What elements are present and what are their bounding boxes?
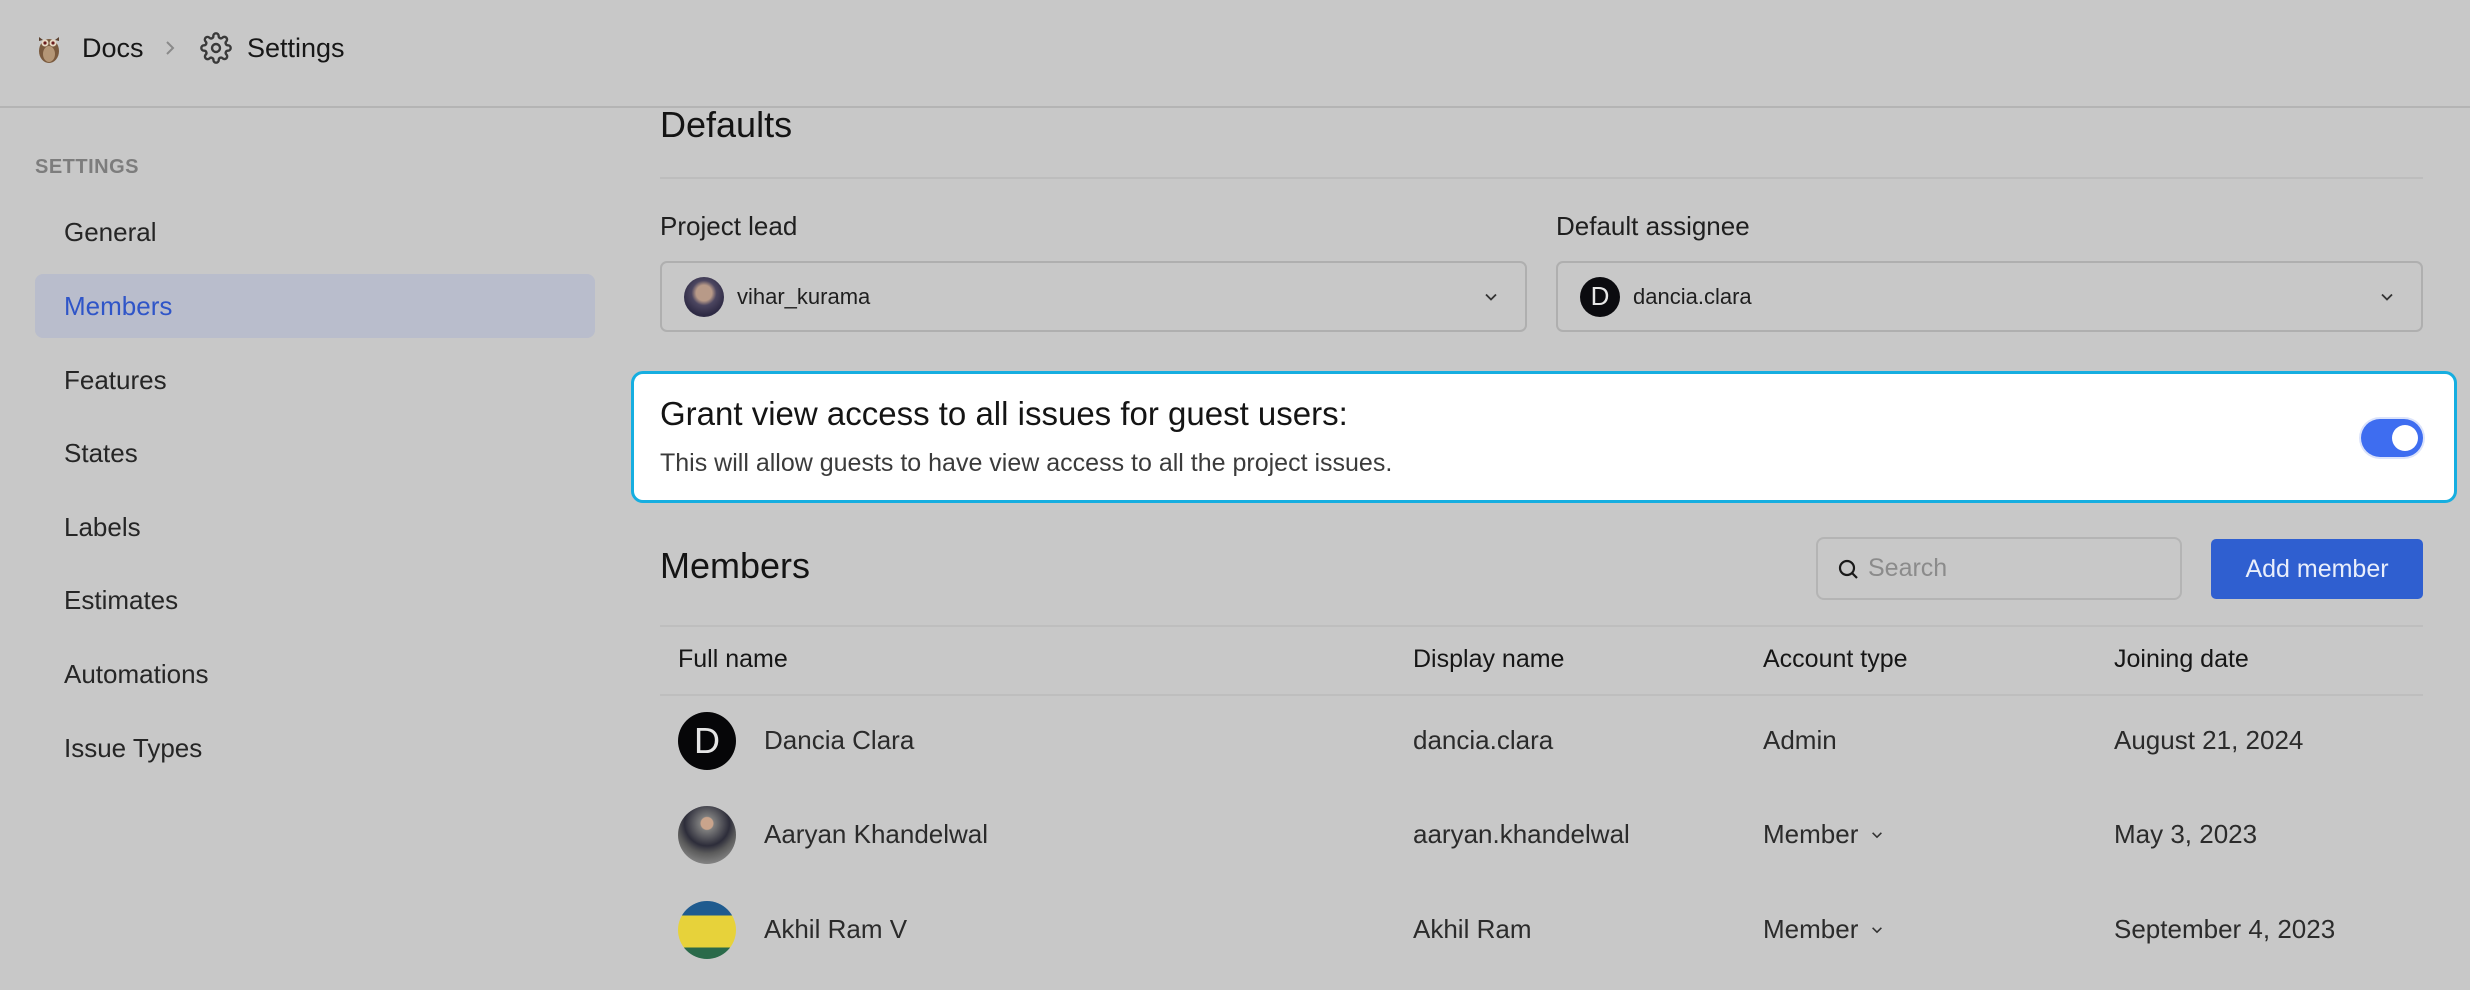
column-header-display-name: Display name bbox=[1413, 645, 1565, 673]
account-type-label: Member bbox=[1763, 819, 1859, 849]
members-heading: Members bbox=[660, 545, 811, 586]
sidebar-item-states[interactable]: States bbox=[35, 421, 595, 485]
avatar: D bbox=[1580, 276, 1620, 317]
project-lead-label: Project lead bbox=[660, 211, 798, 241]
toggle-knob bbox=[2392, 425, 2418, 451]
breadcrumb-docs[interactable]: Docs bbox=[82, 0, 144, 96]
top-bar: Docs Settings bbox=[0, 0, 2470, 108]
sidebar-item-label: Estimates bbox=[64, 584, 179, 615]
column-header-full-name: Full name bbox=[678, 645, 788, 673]
add-member-button[interactable]: Add member bbox=[2211, 539, 2423, 599]
project-lead-value: vihar_kurama bbox=[737, 283, 871, 309]
sidebar-item-features[interactable]: Features bbox=[35, 348, 595, 412]
column-header-joining-date: Joining date bbox=[2114, 645, 2249, 673]
owl-logo-icon[interactable] bbox=[36, 0, 66, 96]
sidebar-item-label: Features bbox=[64, 364, 167, 395]
joining-date: August 21, 2024 bbox=[2114, 725, 2304, 755]
table-row: Akhil Ram V Akhil Ram Member September 4… bbox=[660, 883, 2423, 977]
guest-access-toggle[interactable] bbox=[2361, 419, 2423, 457]
account-type-label: Member bbox=[1763, 914, 1859, 944]
account-type: Admin bbox=[1763, 725, 1837, 756]
guest-access-description: This will allow guests to have view acce… bbox=[660, 449, 1393, 477]
account-type-dropdown[interactable]: Member bbox=[1763, 819, 1884, 850]
avatar: D bbox=[678, 712, 736, 770]
avatar bbox=[678, 901, 736, 959]
guest-access-card: Grant view access to all issues for gues… bbox=[631, 371, 2457, 503]
sidebar-item-members[interactable]: Members bbox=[35, 274, 595, 338]
sidebar-item-automations[interactable]: Automations bbox=[35, 642, 595, 706]
member-search-box[interactable] bbox=[1816, 537, 2182, 600]
sidebar-item-estimates[interactable]: Estimates bbox=[35, 568, 595, 632]
sidebar-item-labels[interactable]: Labels bbox=[35, 495, 595, 559]
divider bbox=[660, 177, 2423, 179]
chevron-down-icon bbox=[2381, 293, 2393, 301]
sidebar-section-title: SETTINGS bbox=[35, 156, 140, 178]
display-name: aaryan.khandelwal bbox=[1413, 819, 1630, 849]
full-name: Akhil Ram V bbox=[764, 914, 908, 944]
default-assignee-label: Default assignee bbox=[1556, 211, 1750, 241]
sidebar-item-label: States bbox=[64, 437, 138, 468]
joining-date: September 4, 2023 bbox=[2114, 914, 2336, 944]
sidebar-item-label: Labels bbox=[64, 511, 141, 542]
sidebar-item-label: Members bbox=[64, 290, 173, 321]
chevron-down-icon bbox=[1872, 926, 1883, 933]
account-type-label: Admin bbox=[1763, 725, 1837, 755]
member-search-input[interactable] bbox=[1868, 554, 2168, 583]
column-header-account-type: Account type bbox=[1763, 645, 1908, 673]
search-icon bbox=[1838, 559, 1858, 579]
full-name: Aaryan Khandelwal bbox=[764, 819, 989, 849]
breadcrumb-settings[interactable]: Settings bbox=[247, 0, 345, 96]
full-name: Dancia Clara bbox=[764, 725, 915, 755]
table-row: D Dancia Clara dancia.clara Admin August… bbox=[660, 694, 2423, 788]
project-lead-dropdown[interactable]: vihar_kurama bbox=[660, 261, 1527, 332]
table-row: Aaryan Khandelwal aaryan.khandelwal Memb… bbox=[660, 788, 2423, 882]
guest-access-title: Grant view access to all issues for gues… bbox=[660, 395, 1348, 432]
divider bbox=[660, 625, 2423, 627]
sidebar-item-general[interactable]: General bbox=[35, 200, 595, 264]
sidebar-item-issue-types[interactable]: Issue Types bbox=[35, 716, 595, 780]
chevron-down-icon bbox=[1872, 831, 1883, 838]
joining-date: May 3, 2023 bbox=[2114, 819, 2258, 849]
gear-icon bbox=[200, 0, 232, 96]
display-name: Akhil Ram bbox=[1413, 914, 1532, 944]
default-assignee-dropdown[interactable]: D dancia.clara bbox=[1556, 261, 2423, 332]
chevron-right-icon bbox=[162, 0, 178, 96]
account-type-dropdown[interactable]: Member bbox=[1763, 914, 1884, 945]
default-assignee-value: dancia.clara bbox=[1633, 283, 1752, 309]
defaults-heading: Defaults bbox=[660, 104, 793, 145]
display-name: dancia.clara bbox=[1413, 725, 1554, 755]
chevron-down-icon bbox=[1485, 293, 1497, 301]
sidebar-item-label: Issue Types bbox=[64, 732, 203, 763]
avatar bbox=[684, 276, 724, 317]
sidebar-item-label: General bbox=[64, 216, 157, 247]
avatar bbox=[678, 806, 736, 864]
sidebar-item-label: Automations bbox=[64, 658, 209, 689]
